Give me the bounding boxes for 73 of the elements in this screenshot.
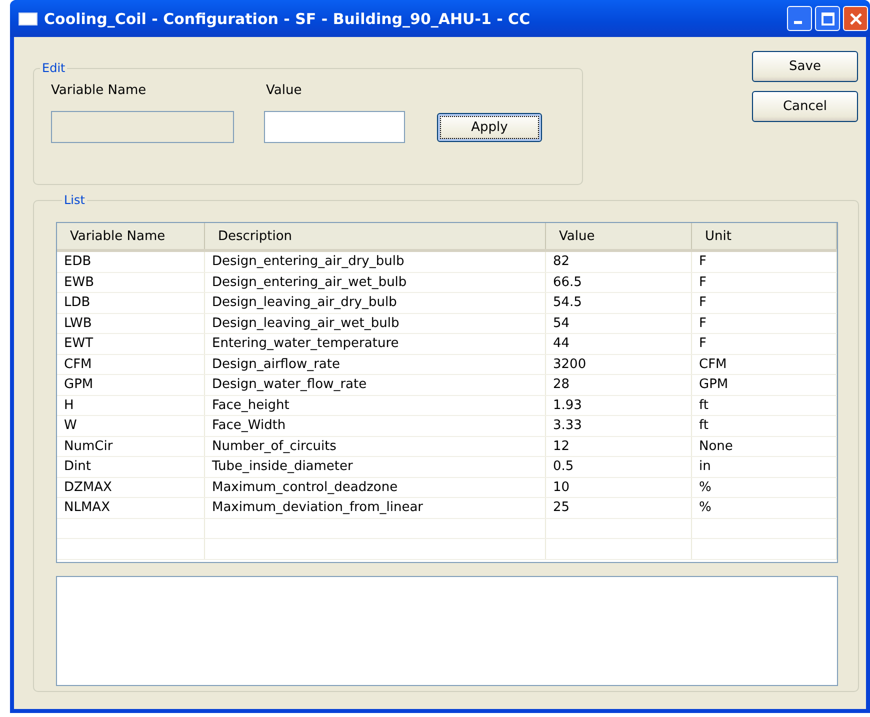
table-cell: W (57, 416, 205, 436)
table-cell: Maximum_deviation_from_linear (205, 498, 546, 518)
table-cell: F (692, 334, 837, 354)
table-cell: NLMAX (57, 498, 205, 518)
table-cell: 54 (546, 314, 692, 333)
table-cell: None (692, 436, 837, 456)
group-title: List (63, 193, 86, 207)
table-cell: % (692, 498, 837, 518)
minimize-icon (794, 21, 802, 24)
field-label: Variable Name (51, 83, 148, 98)
table-cell: Design_water_flow_rate (205, 375, 546, 394)
table-cell: F (692, 293, 837, 312)
table-cell: EWT (57, 334, 205, 354)
table-cell: LWB (57, 314, 205, 333)
field-label: Value (266, 83, 303, 98)
table-cell: % (692, 478, 837, 497)
table-cell: Number_of_circuits (205, 436, 546, 456)
window-icon (18, 10, 38, 26)
table-cell: F (692, 272, 837, 292)
table-cell: 0.5 (546, 457, 692, 476)
table-cell: H (57, 396, 205, 415)
table-cell: Dint (57, 457, 205, 476)
table-cell: 12 (546, 436, 692, 456)
table-cell: Face_height (205, 396, 546, 415)
maximize-icon (820, 12, 834, 26)
table-cell: Entering_water_temperature (205, 334, 546, 354)
value-field[interactable] (264, 111, 405, 143)
table-cell: EWB (57, 272, 205, 292)
cancel-button[interactable]: Cancel (752, 91, 858, 122)
column-header[interactable]: Unit (692, 223, 837, 249)
table-cell: DZMAX (57, 478, 205, 497)
table-cell: Design_airflow_rate (205, 354, 546, 374)
table-cell: Face_Width (205, 416, 546, 436)
table-cell: GPM (57, 375, 205, 394)
table-cell: 28 (546, 375, 692, 394)
window-title: Cooling_Coil - Configuration - SF - Building_90_AHU-1 - CC (44, 10, 532, 28)
table-cell: 3200 (546, 354, 692, 374)
table-cell: 10 (546, 478, 692, 497)
column-header[interactable]: Description (205, 223, 546, 249)
minimize-button[interactable] (787, 6, 812, 31)
group-title: Edit (41, 61, 66, 75)
table-cell: ft (692, 396, 837, 415)
maximize-button[interactable] (815, 6, 840, 31)
table-cell: CFM (692, 354, 837, 374)
table-cell: EDB (57, 252, 205, 272)
column-header[interactable]: Variable Name (57, 223, 205, 249)
close-icon (848, 12, 862, 26)
table-cell: GPM (692, 375, 837, 394)
table-cell: ft (692, 416, 837, 436)
table-cell: 54.5 (546, 293, 692, 312)
table-cell: Maximum_control_deadzone (205, 478, 546, 497)
save-button[interactable]: Save (752, 51, 858, 82)
table-cell: Design_entering_air_dry_bulb (205, 252, 546, 272)
table-cell: in (692, 457, 837, 476)
description-box[interactable] (56, 576, 838, 686)
table-cell: 82 (546, 252, 692, 272)
table-cell: F (692, 314, 837, 333)
close-button[interactable] (843, 6, 868, 31)
table-cell: 66.5 (546, 272, 692, 292)
table-cell: Design_leaving_air_wet_bulb (205, 314, 546, 333)
table-cell: 25 (546, 498, 692, 518)
column-header[interactable]: Value (546, 223, 692, 249)
apply-button[interactable]: Apply (437, 113, 542, 142)
table-cell: NumCir (57, 436, 205, 456)
table-cell: Design_leaving_air_dry_bulb (205, 293, 546, 312)
table-cell: 44 (546, 334, 692, 354)
table-cell: 3.33 (546, 416, 692, 436)
table-cell: F (692, 252, 837, 272)
table-cell: LDB (57, 293, 205, 312)
table-cell: Tube_inside_diameter (205, 457, 546, 476)
table-cell: 1.93 (546, 396, 692, 415)
table-cell: CFM (57, 354, 205, 374)
table-cell: Design_entering_air_wet_bulb (205, 272, 546, 292)
